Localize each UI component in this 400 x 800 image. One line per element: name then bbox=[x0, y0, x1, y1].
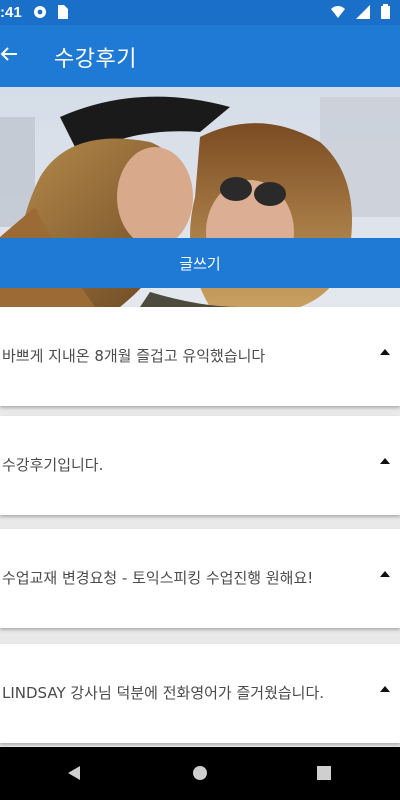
nav-recents-button[interactable] bbox=[316, 765, 332, 785]
arrow-left-icon bbox=[0, 46, 18, 66]
review-card[interactable]: 바쁘게 지내온 8개월 즐겁고 유익했습니다 bbox=[0, 307, 400, 406]
circle-home-icon bbox=[192, 766, 208, 785]
nav-back-button[interactable] bbox=[66, 765, 82, 785]
signal-icon bbox=[356, 4, 371, 23]
triangle-back-icon bbox=[66, 766, 82, 785]
review-title: 수업교재 변경요청 - 토익스피킹 수업진행 원해요! bbox=[2, 569, 314, 587]
status-left-icons bbox=[32, 4, 69, 24]
status-time: :41 bbox=[0, 4, 22, 21]
back-button[interactable] bbox=[0, 41, 28, 71]
review-title: 수강후기입니다. bbox=[2, 456, 104, 474]
review-card[interactable]: LINDSAY 강사님 덕분에 전화영어가 즐거웠습니다. bbox=[0, 644, 400, 743]
square-recents-icon bbox=[316, 766, 332, 785]
write-button[interactable]: 글쓰기 bbox=[0, 238, 400, 288]
system-nav-bar bbox=[0, 747, 400, 800]
review-card[interactable]: 수강후기입니다. bbox=[0, 416, 400, 515]
collapse-arrow-icon[interactable] bbox=[380, 458, 390, 464]
status-right-icons bbox=[330, 4, 390, 23]
wifi-icon bbox=[330, 5, 346, 23]
collapse-arrow-icon[interactable] bbox=[380, 686, 390, 692]
settings-icon bbox=[32, 4, 48, 24]
nav-home-button[interactable] bbox=[192, 765, 208, 785]
review-card[interactable]: 수업교재 변경요청 - 토익스피킹 수업진행 원해요! bbox=[0, 529, 400, 628]
app-bar: 수강후기 bbox=[0, 25, 400, 87]
collapse-arrow-icon[interactable] bbox=[380, 571, 390, 577]
collapse-arrow-icon[interactable] bbox=[380, 349, 390, 355]
page-title: 수강후기 bbox=[54, 47, 137, 72]
status-bar: :41 bbox=[0, 0, 400, 25]
review-title: LINDSAY 강사님 덕분에 전화영어가 즐거웠습니다. bbox=[2, 684, 325, 702]
sim-card-icon bbox=[56, 4, 69, 24]
review-title: 바쁘게 지내온 8개월 즐겁고 유익했습니다 bbox=[2, 347, 266, 365]
battery-icon bbox=[381, 4, 390, 23]
